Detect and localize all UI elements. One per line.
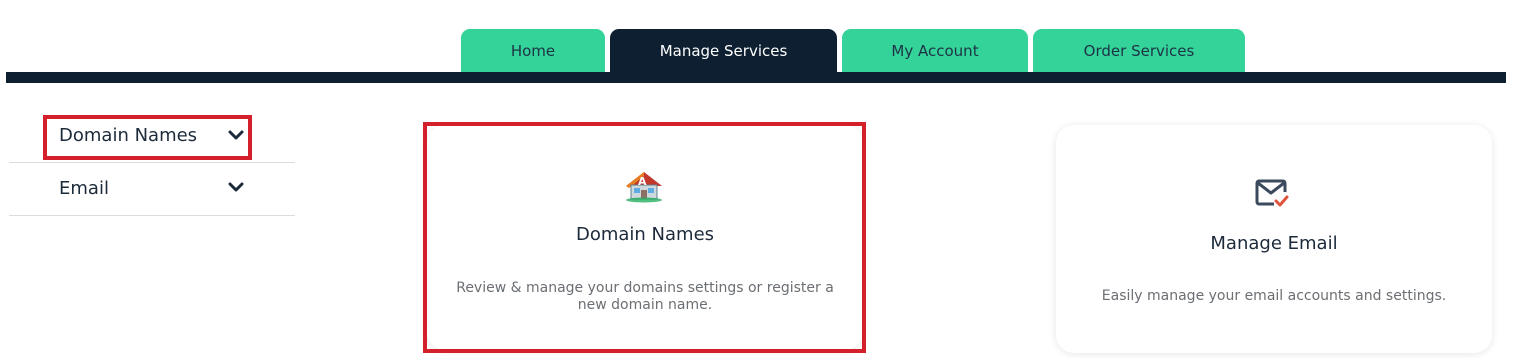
manage-email-card-title: Manage Email <box>1210 233 1338 254</box>
tab-manage-services[interactable]: Manage Services <box>610 29 837 72</box>
tab-order-services[interactable]: Order Services <box>1033 29 1245 72</box>
nav-bar-divider <box>6 72 1506 83</box>
domain-names-card-description: Review & manage your domains settings or… <box>456 280 834 313</box>
manage-email-card-description: Easily manage your email accounts and se… <box>1101 288 1447 304</box>
tab-my-account[interactable]: My Account <box>842 29 1028 72</box>
main-nav-tabs: Home Manage Services My Account Order Se… <box>0 29 1515 72</box>
sidebar-item-domain-names[interactable]: Domain Names <box>9 110 295 163</box>
tab-home-label: Home <box>510 41 556 60</box>
chevron-down-icon <box>228 130 244 140</box>
email-check-icon <box>1255 179 1289 207</box>
manage-email-card[interactable]: Manage Email Easily manage your email ac… <box>1056 125 1492 353</box>
sidebar-item-label: Email <box>59 178 109 199</box>
domain-names-card[interactable]: A Domain Names Review & manage your doma… <box>427 125 863 350</box>
sidebar-item-label: Domain Names <box>59 125 198 146</box>
domain-house-icon: A <box>626 172 662 203</box>
chevron-down-icon <box>228 182 244 192</box>
domain-names-card-title: Domain Names <box>575 224 715 245</box>
tab-my-account-label: My Account <box>891 41 979 60</box>
svg-text:A: A <box>638 175 647 188</box>
tab-manage-services-label: Manage Services <box>659 41 788 60</box>
sidebar-item-email[interactable]: Email <box>9 163 295 216</box>
tab-order-services-label: Order Services <box>1083 41 1195 60</box>
tab-home[interactable]: Home <box>461 29 605 72</box>
